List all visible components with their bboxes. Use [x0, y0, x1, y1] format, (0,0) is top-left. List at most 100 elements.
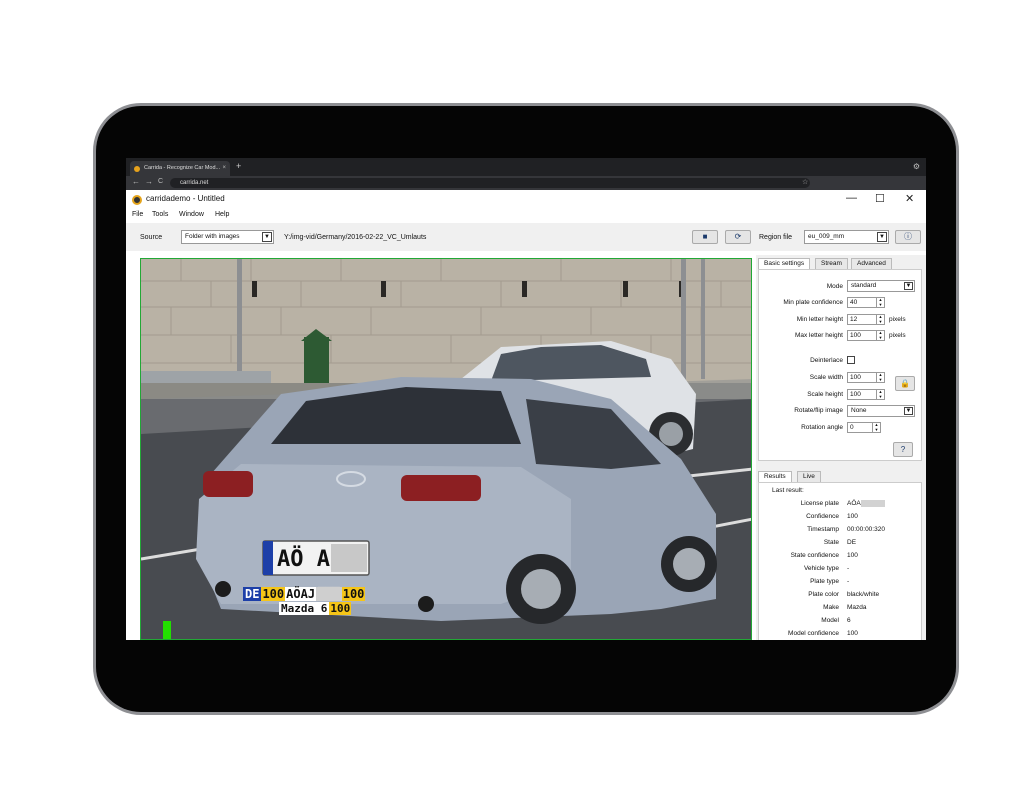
result-value: 100 [847, 552, 858, 559]
stepper-icon[interactable]: ▲ ▼ [876, 389, 884, 399]
deinterlace-checkbox[interactable] [847, 356, 855, 364]
result-label: Vehicle type [803, 565, 839, 572]
close-icon[interactable]: ✕ [905, 192, 914, 205]
result-value: 100 [847, 630, 858, 637]
min-plate-confidence-input[interactable]: 40 ▲ ▼ [847, 297, 885, 308]
result-value: 6 [847, 617, 851, 624]
scale-width-label: Scale width [809, 374, 843, 381]
back-icon[interactable]: ← [132, 177, 140, 186]
stepper-icon[interactable]: ▲ ▼ [876, 330, 884, 340]
source-path: Y:/img-vid/Germany/2016-02-22_VC_Umlauts [284, 234, 427, 241]
mode-label: Mode [826, 283, 843, 290]
result-value-license-plate: AÖA [847, 500, 885, 507]
recognition-overlay-model: Mazda 6 100 [279, 602, 352, 615]
overlay-make-conf: 100 [329, 602, 352, 615]
overlay-plate-conf: 100 [341, 587, 366, 601]
rotation-angle-value: 0 [850, 424, 854, 431]
tab-live[interactable]: Live [797, 471, 821, 482]
menu-tools[interactable]: Tools [152, 211, 168, 218]
scale-height-label: Scale height [807, 391, 843, 398]
rotate-flip-select[interactable]: None ▼ [847, 405, 915, 417]
refresh-icon: ⟳ [734, 232, 742, 241]
menu-window[interactable]: Window [179, 211, 204, 218]
stepper-icon[interactable]: ▲ ▼ [876, 372, 884, 382]
screen: Carrida - Recognize Car Mod... × + ⚙ ← →… [126, 158, 926, 640]
source-value: Folder with images [185, 233, 240, 240]
result-value: - [847, 578, 850, 585]
max-letter-height-label: Max letter height [794, 332, 843, 339]
overlay-state: DE [243, 587, 262, 601]
favicon-icon [134, 166, 140, 172]
scale-height-value: 100 [850, 391, 861, 398]
min-letter-height-input[interactable]: 12 ▲ ▼ [847, 314, 885, 325]
result-value: 100 [847, 513, 858, 520]
lock-aspect-button[interactable]: 🔒 [895, 376, 915, 391]
menu-help[interactable]: Help [215, 211, 229, 218]
min-plate-confidence-value: 40 [850, 299, 858, 306]
deinterlace-label: Deinterlace [810, 357, 843, 364]
overlay-make-model: Mazda 6 [279, 602, 330, 615]
region-file-value: eu_009_mm [808, 233, 845, 240]
pixels-unit: pixels [889, 316, 906, 323]
result-value: DE [847, 539, 857, 546]
result-label: Timestamp [807, 526, 839, 533]
toolbar: Source Folder with images ▼ Y:/img-vid/G… [126, 223, 926, 251]
new-tab-icon[interactable]: + [236, 161, 241, 171]
tab-results[interactable]: Results [758, 471, 792, 482]
pixels-unit: pixels [889, 332, 906, 339]
rotation-angle-input[interactable]: 0 ▲ ▼ [847, 422, 881, 433]
tab-stream[interactable]: Stream [815, 258, 848, 269]
tab-close-icon[interactable]: × [222, 161, 226, 176]
result-label: License plate [800, 500, 839, 507]
window-title: carridademo - Untitled [146, 194, 225, 203]
camera-image: AÖ AJ DE 100 AÖAJ ███ 100 Mazda 6 100 [140, 258, 752, 640]
stepper-icon[interactable]: ▲ ▼ [872, 422, 880, 432]
overlay-state-conf: 100 [261, 587, 286, 601]
chevron-down-icon: ▼ [904, 407, 913, 415]
browser-tab-bar: Carrida - Recognize Car Mod... × + ⚙ [126, 158, 926, 176]
info-button[interactable]: ⓘ [895, 230, 921, 244]
basic-settings-box: Mode standard ▼ Min plate confidence 40 … [758, 269, 922, 461]
tab-basic-settings[interactable]: Basic settings [758, 258, 811, 269]
stepper-icon[interactable]: ▲ ▼ [876, 297, 884, 307]
refresh-button[interactable]: ⟳ [725, 230, 751, 244]
lock-icon: 🔒 [900, 379, 910, 388]
address-bar: ← → C carrida.net ☆ [126, 176, 926, 190]
maximize-icon[interactable]: ☐ [875, 192, 885, 205]
source-select[interactable]: Folder with images ▼ [181, 230, 274, 244]
folder-icon: ■ [702, 232, 708, 241]
result-label: Plate type [810, 578, 839, 585]
minimize-icon[interactable]: — [846, 192, 857, 204]
tab-advanced[interactable]: Advanced [851, 258, 892, 269]
menu-bar: File Tools Window Help [126, 209, 926, 223]
result-label: Model confidence [788, 630, 839, 637]
result-value: Mazda [847, 604, 867, 611]
url-text: carrida.net [180, 180, 209, 186]
url-field[interactable]: carrida.net [170, 178, 810, 188]
min-letter-height-label: Min letter height [796, 316, 843, 323]
mode-value: standard [851, 282, 877, 289]
scale-width-input[interactable]: 100 ▲ ▼ [847, 372, 885, 383]
help-button[interactable]: ? [893, 442, 913, 457]
chevron-down-icon: ▼ [877, 232, 887, 242]
max-letter-height-input[interactable]: 100 ▲ ▼ [847, 330, 885, 341]
stepper-icon[interactable]: ▲ ▼ [876, 314, 884, 324]
forward-icon[interactable]: → [145, 177, 153, 186]
scale-height-input[interactable]: 100 ▲ ▼ [847, 389, 885, 400]
max-letter-height-value: 100 [850, 332, 861, 339]
browser-tab[interactable]: Carrida - Recognize Car Mod... × [130, 161, 230, 176]
result-label: Plate color [808, 591, 839, 598]
reload-icon[interactable]: C [158, 178, 163, 185]
result-label: Confidence [806, 513, 839, 520]
info-icon: ⓘ [904, 232, 912, 241]
menu-file[interactable]: File [132, 211, 143, 218]
window-title-bar: carridademo - Untitled — ☐ ✕ [126, 191, 926, 209]
browser-menu-icon[interactable]: ⚙ [913, 162, 920, 171]
bookmark-icon[interactable]: ☆ [802, 178, 808, 186]
min-plate-confidence-label: Min plate confidence [783, 299, 843, 306]
help-icon: ? [900, 445, 906, 454]
chevron-down-icon: ▼ [262, 232, 272, 242]
open-folder-button[interactable]: ■ [692, 230, 718, 244]
mode-select[interactable]: standard ▼ [847, 280, 915, 292]
region-file-select[interactable]: eu_009_mm ▼ [804, 230, 889, 244]
